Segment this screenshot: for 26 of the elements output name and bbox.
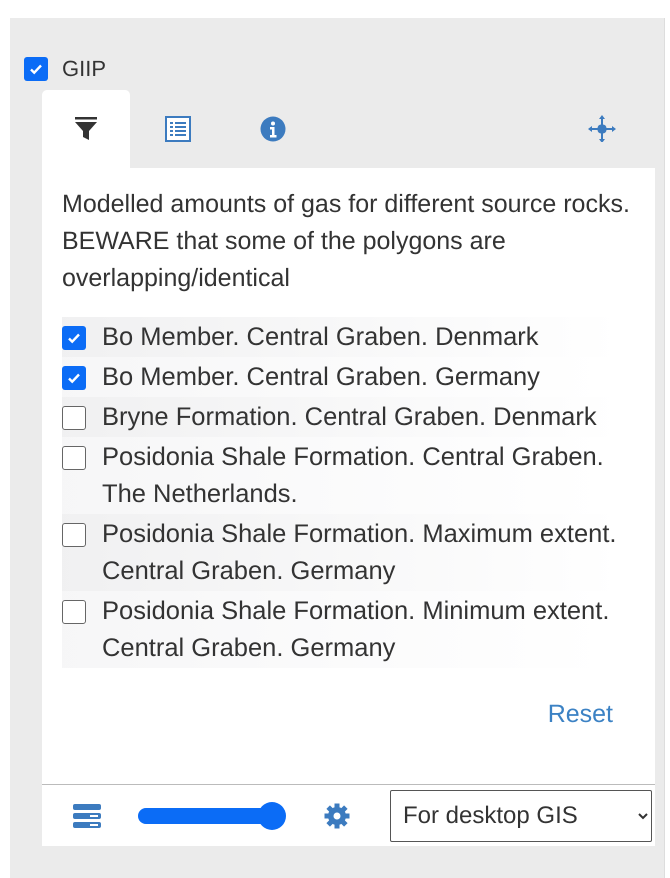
- layer-checkbox[interactable]: [24, 57, 48, 81]
- filter-checkbox[interactable]: [62, 446, 86, 470]
- filter-label: Posidonia Shale Formation. Central Graben. The Netherlands.: [102, 442, 605, 510]
- settings-icon[interactable]: [324, 802, 350, 828]
- reset-link[interactable]: Reset: [548, 700, 613, 729]
- filter-label: Posidonia Shale Formation. Minimum extent. Central Graben. Germany: [102, 596, 610, 664]
- filter-label: Bryne Formation. Central Graben. Denmark: [102, 402, 597, 433]
- list-icon: [164, 116, 190, 142]
- filter-checkbox[interactable]: [62, 366, 86, 390]
- tab[interactable]: [42, 90, 130, 168]
- filter-label: Bo Member. Central Graben. Germany: [102, 362, 540, 393]
- filter-label: Bo Member. Central Graben. Denmark: [102, 322, 539, 353]
- download-select[interactable]: For desktop GIS: [390, 790, 652, 842]
- opacity-slider[interactable]: [138, 802, 286, 830]
- filter-checkbox[interactable]: [62, 600, 86, 624]
- filter-label: Posidonia Shale Formation. Maximum extent. Central Graben. Germany: [102, 519, 618, 587]
- layers-icon[interactable]: [72, 802, 102, 828]
- filter-checkbox[interactable]: [62, 523, 86, 547]
- info-icon: [260, 116, 286, 142]
- slider-thumb[interactable]: [258, 802, 286, 830]
- layer-title: GIIP: [62, 56, 106, 82]
- filter-checkbox[interactable]: [62, 406, 86, 430]
- crosshair-icon[interactable]: [588, 114, 616, 142]
- description: Modelled amounts of gas for different source rocks. BEWARE that some of the polygons are overlapping/identical: [62, 189, 631, 294]
- filter-icon: [74, 116, 98, 142]
- filter-checkbox[interactable]: [62, 326, 86, 350]
